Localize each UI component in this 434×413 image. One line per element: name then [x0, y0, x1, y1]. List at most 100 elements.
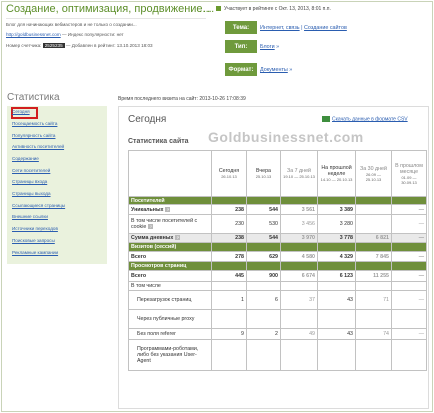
- table-cell: [317, 242, 356, 252]
- table-cell: 49: [280, 328, 318, 340]
- sidebar-item[interactable]: Сегодня: [12, 109, 30, 114]
- table-row: Всего 278 629 4 580 4 329 7 845—: [128, 251, 427, 262]
- column-date: 14.10 — 20.10.13: [320, 177, 353, 182]
- table-cell: [246, 261, 281, 271]
- sidebar-item[interactable]: Сети посетителей: [12, 168, 50, 173]
- table-row: В том числе посетителей с cookie? 230 530 3…: [128, 214, 427, 234]
- table-cell: [355, 261, 392, 271]
- table-cell: [391, 339, 427, 371]
- table-row: Перезагрузок страниц 1 6 37 43 71—: [128, 290, 427, 310]
- sidebar-item[interactable]: Ссылающиеся страницы: [12, 203, 65, 208]
- table-cell: —: [391, 233, 427, 243]
- column-label: В прошлом месяце: [395, 162, 423, 175]
- table-cell: 278: [211, 251, 247, 262]
- table-cell: 530: [246, 214, 281, 234]
- row-label: Перезагрузок страниц: [128, 290, 212, 310]
- sidebar-item[interactable]: Внешние ссылки: [12, 214, 48, 219]
- help-icon[interactable]: ?: [148, 224, 154, 229]
- watermark: Goldbusinessnet.com: [208, 129, 364, 145]
- column-header[interactable]: Сегодня 26.10.13: [211, 150, 247, 197]
- row-label: Всего: [128, 251, 212, 262]
- csv-download[interactable]: Скачать данные в формате CSV: [322, 116, 408, 122]
- table-cell: —: [391, 214, 427, 234]
- added-date: — Добавлен в рейтинг: 13.10.2013 18:03: [65, 43, 153, 48]
- table-cell: [317, 261, 356, 271]
- row-label-text: Программами-роботами, либо без указания …: [137, 346, 199, 364]
- table-cell: [355, 204, 392, 215]
- sidebar-item[interactable]: Страницы входа: [12, 179, 47, 184]
- table-cell: [355, 339, 392, 371]
- site-title[interactable]: Создание, оптимизация, продвижение...: [6, 3, 212, 15]
- format-link[interactable]: Документы: [260, 67, 288, 73]
- popularity-index: — Индекс популярности: нет: [61, 32, 124, 37]
- info-icon: [216, 6, 221, 12]
- row-label: В том числе: [128, 281, 212, 291]
- format-value: Документы »: [260, 67, 292, 73]
- help-icon[interactable]: ?: [165, 206, 171, 212]
- row-label: В том числе посетителей с cookie?: [128, 214, 212, 234]
- column-header[interactable]: На прошлой неделе 14.10 — 20.10.13: [317, 150, 356, 197]
- column-header[interactable]: За 30 дней 26.09 — 25.10.13: [355, 150, 392, 197]
- table-cell: [211, 242, 247, 252]
- table-cell: [391, 242, 427, 252]
- column-header[interactable]: Вчера 25.10.13: [246, 150, 281, 197]
- row-label: Визитов (сессий): [128, 242, 212, 252]
- csv-download-link[interactable]: Скачать данные в формате CSV: [332, 116, 408, 122]
- help-icon[interactable]: ?: [175, 235, 181, 240]
- stats-title: Статистика сайта: [128, 138, 189, 145]
- row-label: Всего: [128, 270, 212, 282]
- page-title: Сегодня: [128, 114, 167, 125]
- column-header[interactable]: За 7 дней 19.10 — 25.10.13: [280, 150, 318, 197]
- rating-info-text: Участвует в рейтинге с Окт. 13, 2013, 8:…: [224, 6, 331, 12]
- table-cell: [280, 196, 318, 205]
- row-label-text: Без поля referer: [137, 331, 176, 337]
- column-date: 25.10.13: [255, 174, 272, 179]
- table-cell: [246, 196, 281, 205]
- sidebar-item[interactable]: Страницы выхода: [12, 191, 51, 196]
- table-cell: —: [391, 204, 427, 215]
- table-cell: 7 845: [355, 251, 392, 262]
- sidebar-item[interactable]: Содержание: [12, 156, 39, 161]
- table-cell: 544: [246, 233, 281, 243]
- rating-info: Участвует в рейтинге с Окт. 13, 2013, 8:…: [216, 6, 331, 12]
- table-row: Посетителей: [128, 196, 427, 205]
- row-label-text: Через публичные proxy: [137, 316, 195, 322]
- table-cell: 3 778: [317, 233, 356, 243]
- table-row: Без поля referer 9 2 49 43 74—: [128, 328, 427, 340]
- table-cell: 6 674: [280, 270, 318, 282]
- table-cell: [355, 214, 392, 234]
- type-link[interactable]: Блоги: [260, 44, 275, 50]
- table-cell: [391, 196, 427, 205]
- table-cell: 230: [211, 214, 247, 234]
- topic-link-sites[interactable]: Создание сайтов: [304, 25, 347, 31]
- table-corner: [128, 150, 212, 197]
- sidebar-item[interactable]: Посещаемость сайта: [12, 121, 57, 126]
- sidebar-item[interactable]: Источники переходов: [12, 226, 58, 231]
- table-cell: 6 123: [317, 270, 356, 282]
- topic-value: Интернет, связь | Создание сайтов: [260, 25, 347, 31]
- type-label: Тип:: [225, 40, 257, 53]
- sidebar-item[interactable]: Поисковые запросы: [12, 238, 55, 243]
- row-label: Программами-роботами, либо без указания …: [128, 339, 212, 371]
- type-value: Блоги »: [260, 44, 279, 50]
- table-row: В том числе: [128, 281, 427, 291]
- table-cell: [280, 242, 318, 252]
- table-cell: [317, 196, 356, 205]
- sidebar-item[interactable]: Рекламные кампании: [12, 250, 58, 255]
- sidebar-item[interactable]: Популярность сайта: [12, 133, 55, 138]
- column-header[interactable]: В прошлом месяце 01.09 — 30.09.13: [391, 150, 427, 197]
- table-row: Программами-роботами, либо без указания …: [128, 339, 427, 371]
- title-ellipsis: ....: [199, 3, 216, 15]
- row-label-text: Просмотров страниц: [131, 263, 187, 269]
- table-cell: [355, 242, 392, 252]
- site-url-link[interactable]: http://goldbusinessnet.com: [6, 32, 61, 37]
- sidebar-item[interactable]: Активность посетителей: [12, 144, 64, 149]
- topic-label: Тема:: [225, 21, 257, 34]
- table-cell: 6: [246, 290, 281, 310]
- topic-link-internet[interactable]: Интернет, связь: [260, 25, 300, 31]
- table-row: Уникальных? 238 544 3 561 3 389—: [128, 204, 427, 215]
- column-date: 01.09 — 30.09.13: [401, 174, 417, 185]
- row-label: Сумма дневных?: [128, 233, 212, 243]
- counter-line: Номер счетчика: 2525235 — Добавлен в рей…: [6, 43, 153, 48]
- table-row: Визитов (сессий): [128, 242, 427, 252]
